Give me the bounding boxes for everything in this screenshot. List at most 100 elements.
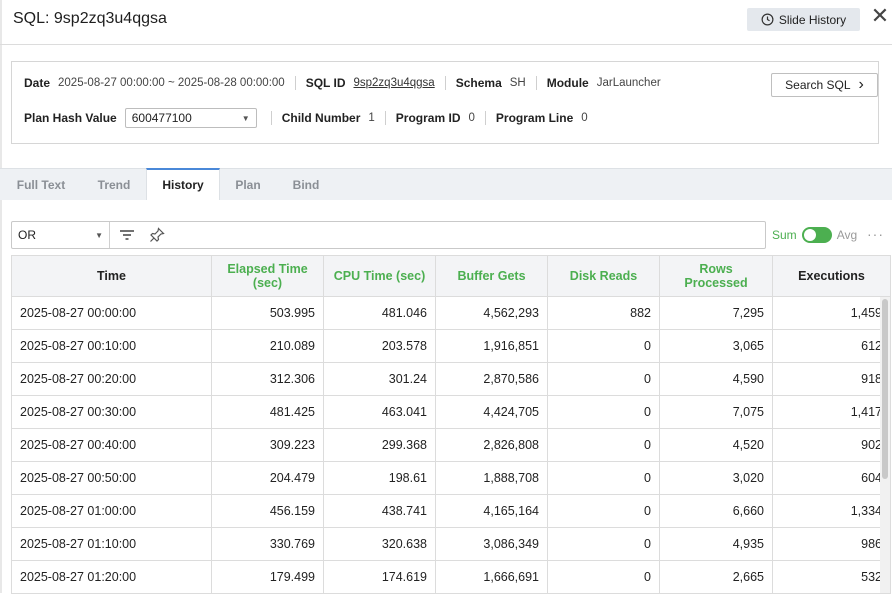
pin-icon[interactable]	[148, 226, 166, 244]
table-cell: 203.578	[323, 329, 436, 363]
table-cell: 1,459	[772, 296, 891, 330]
table-cell: 0	[547, 329, 660, 363]
table-cell: 1,888,708	[435, 461, 548, 495]
divider	[294, 76, 296, 90]
divider	[384, 111, 386, 125]
table-cell: 4,165,164	[435, 494, 548, 528]
sqlid-link[interactable]: 9sp2zq3u4qgsa	[354, 77, 435, 89]
sum-label: Sum	[772, 228, 797, 242]
column-header[interactable]: Time	[11, 255, 212, 297]
table-cell: 604	[772, 461, 891, 495]
sum-avg-toggle[interactable]	[801, 227, 832, 243]
sqlid-label: SQL ID	[305, 76, 346, 90]
more-options-icon[interactable]: ···	[867, 226, 884, 242]
column-header[interactable]: Disk Reads	[547, 255, 660, 297]
tab-history[interactable]: History	[146, 168, 220, 200]
table-cell: 0	[547, 527, 660, 561]
table-cell: 320.638	[323, 527, 436, 561]
divider	[535, 76, 537, 90]
schema-label: Schema	[455, 76, 502, 90]
window-edge	[0, 0, 2, 593]
tab-trend[interactable]: Trend	[82, 169, 146, 200]
table-cell: 2025-08-27 00:00:00	[11, 296, 212, 330]
tab-bar: Full Text Trend History Plan Bind	[0, 168, 892, 200]
table-cell: 7,295	[659, 296, 773, 330]
table-cell: 503.995	[211, 296, 324, 330]
tab-bind[interactable]: Bind	[277, 169, 335, 200]
table-row[interactable]: 2025-08-27 01:10:00 330.769 320.638 3,08…	[11, 527, 891, 561]
module-label: Module	[546, 76, 589, 90]
operator-value: OR	[18, 228, 36, 242]
column-header[interactable]: Rows Processed	[659, 255, 773, 297]
table-cell: 204.479	[211, 461, 324, 495]
plan-hash-select[interactable]: 600477100 ▼	[124, 108, 257, 128]
tab-full-text[interactable]: Full Text	[0, 169, 82, 200]
column-header[interactable]: Buffer Gets	[435, 255, 548, 297]
table-cell: 481.425	[211, 395, 324, 429]
table-cell: 174.619	[323, 560, 436, 594]
table-cell: 4,424,705	[435, 395, 548, 429]
table-cell: 0	[547, 494, 660, 528]
table-row[interactable]: 2025-08-27 00:10:00 210.089 203.578 1,91…	[11, 329, 891, 363]
table-cell: 0	[547, 461, 660, 495]
child-number-label: Child Number	[281, 111, 361, 125]
table-cell: 4,935	[659, 527, 773, 561]
slide-history-button[interactable]: Slide History	[747, 8, 860, 31]
table-cell: 918	[772, 362, 891, 396]
table-cell: 2025-08-27 01:10:00	[11, 527, 212, 561]
table-row[interactable]: 2025-08-27 00:00:00 503.995 481.046 4,56…	[11, 296, 891, 330]
table-cell: 2025-08-27 01:20:00	[11, 560, 212, 594]
table-row[interactable]: 2025-08-27 01:20:00 179.499 174.619 1,66…	[11, 560, 891, 594]
program-id-value: 0	[468, 112, 475, 124]
plan-hash-value: 600477100	[131, 111, 192, 125]
clock-icon	[761, 13, 774, 26]
table-cell: 0	[547, 428, 660, 462]
table-cell: 612	[772, 329, 891, 363]
table-cell: 299.368	[323, 428, 436, 462]
table-cell: 902	[772, 428, 891, 462]
table-row[interactable]: 2025-08-27 01:00:00 456.159 438.741 4,16…	[11, 494, 891, 528]
table-row[interactable]: 2025-08-27 00:50:00 204.479 198.61 1,888…	[11, 461, 891, 495]
operator-select[interactable]: OR ▼	[12, 222, 110, 248]
table-cell: 3,020	[659, 461, 773, 495]
table-cell: 330.769	[211, 527, 324, 561]
schema-value: SH	[509, 77, 526, 89]
table-cell: 986	[772, 527, 891, 561]
table-cell: 456.159	[211, 494, 324, 528]
divider	[484, 111, 486, 125]
table-row[interactable]: 2025-08-27 00:40:00 309.223 299.368 2,82…	[11, 428, 891, 462]
program-line-value: 0	[581, 112, 588, 124]
table-cell: 4,562,293	[435, 296, 548, 330]
table-cell: 2025-08-27 00:40:00	[11, 428, 212, 462]
table-cell: 2025-08-27 00:30:00	[11, 395, 212, 429]
table-cell: 4,590	[659, 362, 773, 396]
table-cell: 2025-08-27 01:00:00	[11, 494, 212, 528]
table-cell: 481.046	[323, 296, 436, 330]
table-cell: 1,916,851	[435, 329, 548, 363]
table-row[interactable]: 2025-08-27 00:30:00 481.425 463.041 4,42…	[11, 395, 891, 429]
table-cell: 1,417	[772, 395, 891, 429]
search-sql-button[interactable]: Search SQL ›	[771, 73, 878, 97]
table-scrollbar[interactable]	[880, 297, 890, 593]
column-header[interactable]: Executions	[772, 255, 891, 297]
program-id-label: Program ID	[395, 111, 461, 125]
table-row[interactable]: 2025-08-27 00:20:00 312.306 301.24 2,870…	[11, 362, 891, 396]
dialog-header: SQL: 9sp2zq3u4qgsa Slide History ✕	[0, 0, 892, 45]
module-value: JarLauncher	[596, 77, 661, 89]
table-cell: 0	[547, 560, 660, 594]
search-sql-label: Search SQL	[785, 78, 851, 92]
close-icon[interactable]: ✕	[870, 5, 890, 28]
scrollbar-thumb[interactable]	[882, 299, 888, 479]
divider	[444, 76, 446, 90]
column-header[interactable]: Elapsed Time (sec)	[211, 255, 324, 297]
date-value: 2025-08-27 00:00:00 ~ 2025-08-28 00:00:0…	[58, 77, 285, 89]
table-cell: 2,826,808	[435, 428, 548, 462]
slide-history-label: Slide History	[778, 12, 847, 27]
table-cell: 6,660	[659, 494, 773, 528]
table-cell: 3,086,349	[435, 527, 548, 561]
table-cell: 1,334	[772, 494, 891, 528]
tab-plan[interactable]: Plan	[219, 169, 277, 200]
column-header[interactable]: CPU Time (sec)	[323, 255, 436, 297]
filter-icon[interactable]	[118, 226, 136, 244]
info-row-1: Date 2025-08-27 00:00:00 ~ 2025-08-28 00…	[24, 75, 661, 91]
